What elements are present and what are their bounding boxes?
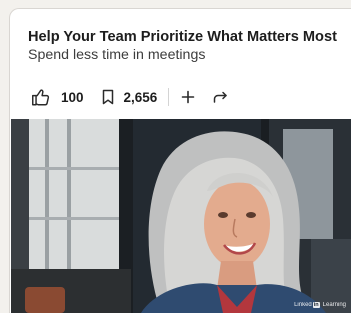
- like-count: 100: [61, 89, 84, 105]
- bookmark-icon: [101, 89, 115, 105]
- watermark-suffix: Learning: [322, 302, 346, 308]
- course-title[interactable]: Help Your Team Prioritize What Matters M…: [28, 29, 337, 45]
- course-card: Help Your Team Prioritize What Matters M…: [9, 8, 351, 313]
- action-divider: [168, 88, 170, 106]
- save-count: 2,656: [123, 89, 158, 105]
- save-button[interactable]: 2,656: [101, 89, 158, 105]
- like-button[interactable]: 100: [30, 86, 84, 108]
- share-arrow-icon: [213, 90, 228, 104]
- watermark-prefix: Linked: [294, 302, 312, 308]
- course-subtitle: Spend less time in meetings: [28, 47, 206, 63]
- watermark-in-logo: in: [312, 302, 320, 308]
- video-player[interactable]: Linked in Learning: [11, 119, 351, 313]
- action-bar: 100 2,656: [30, 83, 340, 111]
- add-button[interactable]: [181, 90, 195, 104]
- plus-icon: [181, 90, 195, 104]
- share-button[interactable]: [213, 90, 228, 104]
- video-frame-image: [11, 119, 351, 313]
- linkedin-learning-watermark: Linked in Learning: [294, 302, 346, 308]
- thumbs-up-icon: [30, 86, 52, 108]
